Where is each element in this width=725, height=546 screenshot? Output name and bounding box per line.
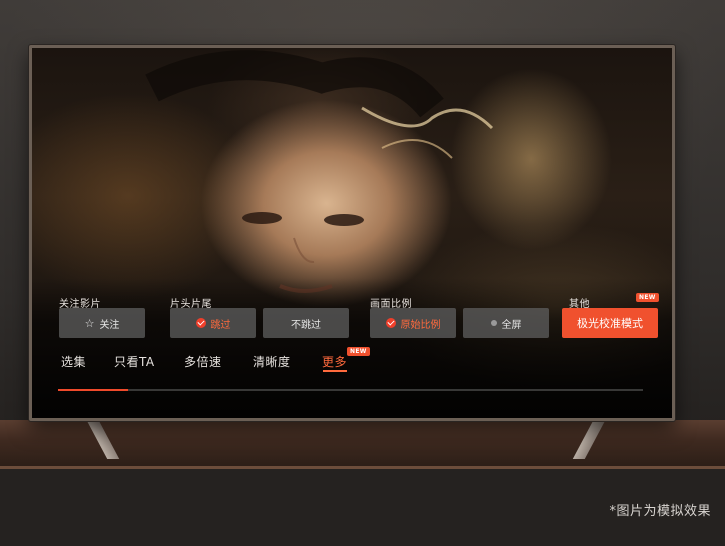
tab-more[interactable]: 更多 [322,353,347,370]
fullscreen-button-label: 全屏 [501,319,522,331]
progress-fill [58,389,129,391]
fullscreen-button[interactable]: 全屏 [463,308,549,338]
new-badge: NEW [636,293,659,302]
skip-button[interactable]: 跳过 [170,308,256,338]
radio-dot-icon [490,320,497,326]
original-ratio-button[interactable]: 原始比例 [370,308,456,338]
no-skip-button[interactable]: 不跳过 [263,308,349,338]
new-badge: NEW [347,347,370,356]
tab-playback-speed[interactable]: 多倍速 [184,353,222,370]
tab-resolution[interactable]: 清晰度 [253,353,291,370]
original-ratio-button-label: 原始比例 [400,319,441,331]
follow-button-label: 关注 [99,319,120,331]
skip-button-label: 跳过 [210,319,231,331]
check-circle-icon [195,318,206,328]
active-tab-underline [323,370,347,372]
tab-only-watch-ta[interactable]: 只看TA [114,353,155,370]
tv-frame: 关注影片 片头片尾 画面比例 其他 NEW ☆ 关注 跳过 不跳过 原始比例 全… [29,45,675,421]
disclaimer-text: *图片为模拟效果 [609,504,711,519]
follow-button[interactable]: ☆ 关注 [59,308,145,338]
calibration-mode-button[interactable]: 极光校准模式 [562,308,658,338]
no-skip-button-label: 不跳过 [291,319,321,331]
tab-episodes[interactable]: 选集 [61,353,86,370]
check-circle-icon [385,318,396,328]
progress-bar[interactable] [58,389,643,391]
calibration-mode-button-label: 极光校准模式 [577,317,643,330]
star-outline-icon: ☆ [84,316,95,330]
